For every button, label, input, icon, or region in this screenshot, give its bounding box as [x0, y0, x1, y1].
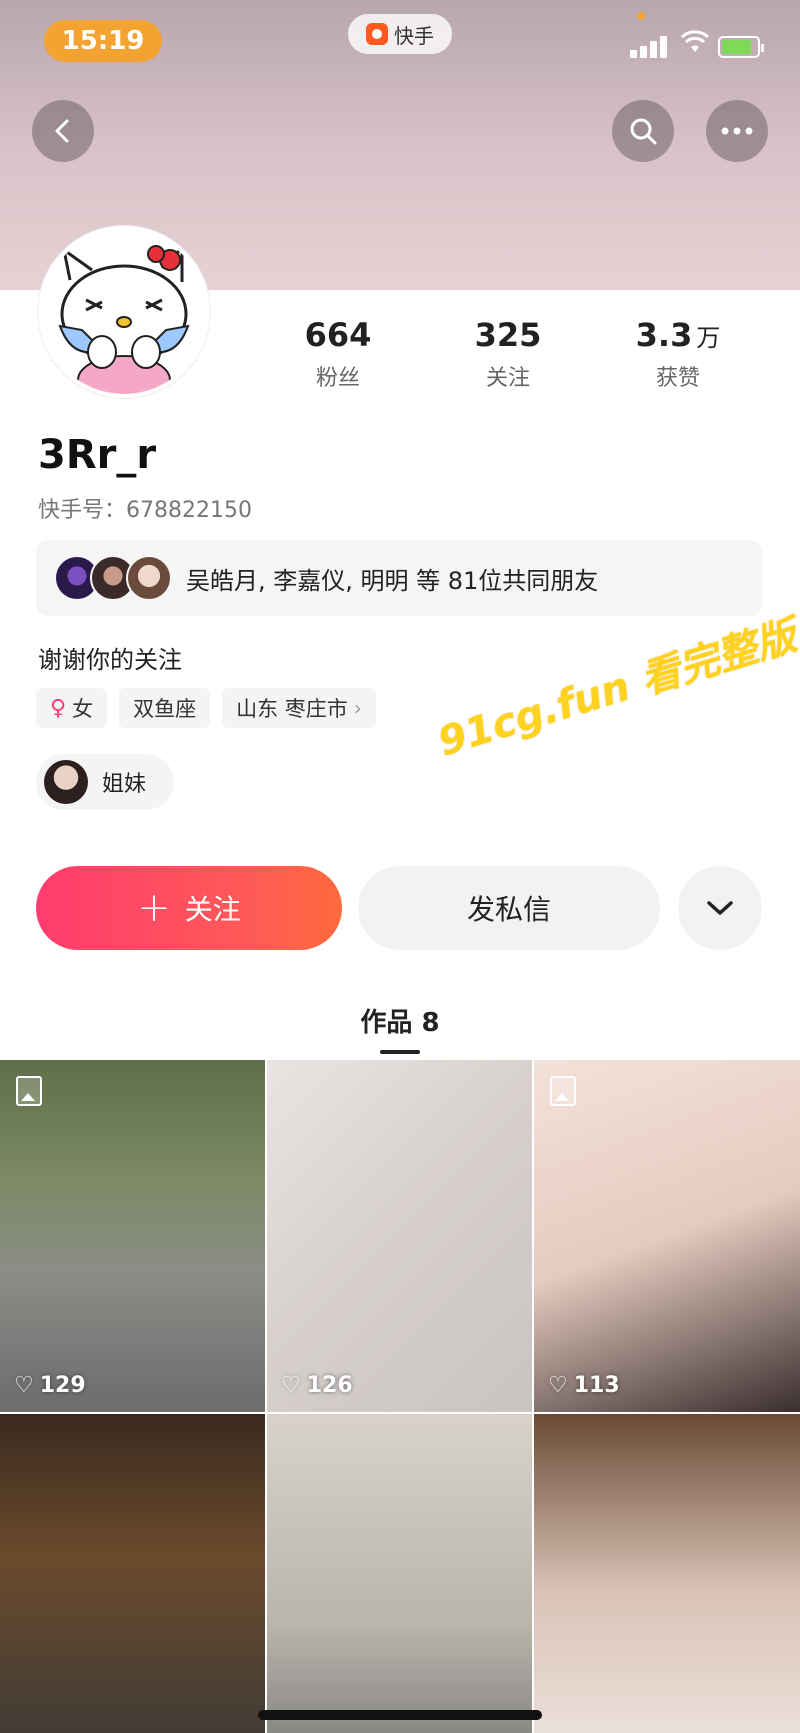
stat-following-label: 关注 — [485, 366, 530, 391]
message-button-label: 发私信 — [466, 893, 551, 926]
chevron-right-icon: › — [353, 696, 362, 720]
stat-following[interactable]: 325 关注 — [428, 316, 588, 392]
work-likes: 129 — [39, 1373, 86, 1398]
wifi-icon — [680, 30, 710, 56]
work-item[interactable]: ♡ 126 — [267, 1060, 532, 1412]
stat-followers-value: 664 — [304, 316, 372, 354]
stat-following-value: 325 — [474, 316, 542, 354]
work-item[interactable]: ♡ 113 — [534, 1060, 800, 1412]
profile-avatar[interactable] — [38, 226, 210, 398]
group-chip[interactable]: 姐妹 — [36, 754, 175, 810]
mutual-friends-bar[interactable]: 吴皓月, 李嘉仪, 明明 等 81位共同朋友 — [36, 540, 762, 616]
follow-button-label: 关注 — [184, 893, 241, 926]
app-name: 快手 — [394, 23, 434, 48]
status-time: 15:19 — [44, 20, 162, 62]
follow-button[interactable]: + 关注 — [36, 866, 342, 950]
chevron-down-icon — [707, 901, 733, 915]
message-button[interactable]: 发私信 — [358, 866, 660, 950]
female-icon: ♀ — [50, 695, 67, 721]
works-grid: ♡ 129 ♡ 126 ♡ 113 — [0, 1060, 800, 1733]
tag-gender: ♀ 女 — [36, 688, 108, 728]
recommend-dropdown-button[interactable] — [678, 866, 762, 950]
battery-level — [722, 40, 751, 54]
home-indicator — [258, 1710, 542, 1720]
search-icon — [630, 118, 657, 145]
work-likes: 126 — [306, 1373, 353, 1398]
work-item[interactable]: ♡ 129 — [0, 1060, 265, 1412]
profile-bio: 谢谢你的关注 — [38, 646, 182, 674]
friend-avatar — [126, 555, 172, 601]
stat-likes-label: 获赞 — [655, 366, 700, 391]
tag-location[interactable]: 山东 枣庄市 › — [222, 688, 376, 728]
search-button[interactable] — [612, 100, 674, 162]
image-post-icon — [16, 1076, 42, 1106]
tag-gender-label: 女 — [72, 697, 94, 721]
more-horizontal-icon — [721, 127, 753, 135]
stat-likes-value: 3.3 — [635, 316, 693, 354]
plus-icon: + — [137, 885, 171, 931]
back-button[interactable] — [32, 100, 94, 162]
stat-followers[interactable]: 664 粉丝 — [258, 316, 418, 392]
profile-tags: ♀ 女 双鱼座 山东 枣庄市 › — [36, 688, 376, 728]
battery-icon — [718, 36, 764, 58]
hello-kitty-avatar — [42, 230, 206, 394]
stat-likes-unit: 万 — [696, 324, 721, 352]
heart-icon: ♡ — [281, 1373, 301, 1398]
work-item[interactable] — [534, 1414, 800, 1733]
watermark-text: 91cg.fun 看完整版 — [432, 612, 800, 766]
indicator-dot — [637, 12, 645, 20]
app-indicator: 快手 — [348, 14, 452, 54]
chevron-left-icon — [55, 119, 69, 143]
kuaishou-logo-icon — [366, 23, 388, 45]
tag-zodiac-label: 双鱼座 — [133, 697, 197, 721]
more-button[interactable] — [706, 100, 768, 162]
status-bar: 15:19 快手 — [0, 0, 800, 80]
work-item[interactable] — [0, 1414, 265, 1733]
signal-icon — [630, 34, 670, 58]
username: 3Rr_r — [38, 432, 157, 478]
group-label: 姐妹 — [102, 772, 147, 797]
work-item[interactable] — [267, 1414, 532, 1733]
work-likes: 113 — [573, 1373, 620, 1398]
kuaishou-id[interactable]: 快手号：678822150 — [38, 492, 252, 524]
tab-works[interactable]: 作品 8 — [0, 1002, 800, 1039]
tag-zodiac: 双鱼座 — [119, 688, 211, 728]
image-post-icon — [550, 1076, 576, 1106]
mutual-friends-text: 吴皓月, 李嘉仪, 明明 等 81位共同朋友 — [186, 566, 599, 595]
tab-works-underline — [380, 1050, 420, 1054]
mutual-friend-avatars — [54, 554, 172, 602]
stat-followers-label: 粉丝 — [315, 366, 360, 391]
heart-icon: ♡ — [548, 1373, 568, 1398]
stat-likes[interactable]: 3.3 万 获赞 — [598, 316, 758, 392]
group-avatar — [44, 760, 88, 804]
tag-location-label: 山东 枣庄市 — [236, 697, 348, 721]
heart-icon: ♡ — [14, 1373, 34, 1398]
